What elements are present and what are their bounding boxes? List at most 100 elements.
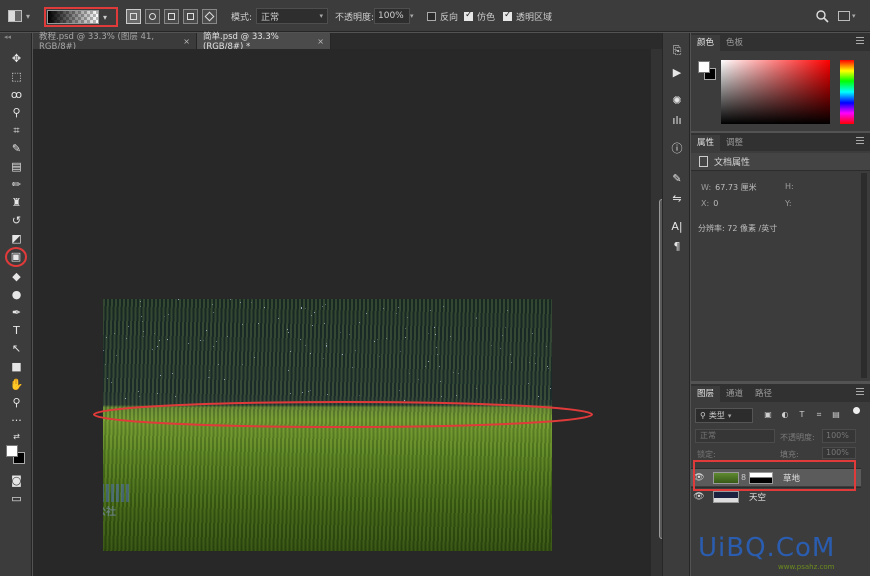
star: [217, 363, 219, 365]
star: [212, 304, 214, 306]
star: [507, 310, 509, 311]
reflected-gradient-button[interactable]: [183, 8, 198, 24]
canvas-area[interactable]: 素材公社: [33, 49, 651, 576]
crop-tool-icon[interactable]: ⌗: [8, 123, 25, 138]
marquee-tool-icon[interactable]: ⬚: [8, 69, 25, 84]
checkbox-box[interactable]: [503, 10, 512, 21]
checkbox-box[interactable]: [464, 10, 473, 21]
tool-preset-picker[interactable]: ▾: [8, 0, 42, 32]
brush-tool-icon[interactable]: ✏: [8, 177, 25, 192]
filter-adjustment-icon[interactable]: ◐: [780, 410, 790, 420]
gradient-preview-swatch[interactable]: [47, 10, 99, 24]
path-selection-tool-icon[interactable]: ↖: [8, 341, 25, 356]
layer-filter-select[interactable]: ⚲ 类型 ▾: [695, 408, 753, 423]
chevron-down-icon[interactable]: ▾: [410, 0, 414, 32]
close-icon[interactable]: ×: [183, 37, 190, 46]
tab-paths[interactable]: 路径: [749, 386, 778, 402]
color-swatches[interactable]: [5, 442, 27, 468]
star: [352, 367, 354, 369]
fg-bg-swatches[interactable]: [698, 61, 716, 81]
eraser-tool-icon[interactable]: ◩: [8, 231, 25, 246]
screen-mode-icon[interactable]: ▭: [8, 491, 25, 506]
blur-tool-icon[interactable]: ◆: [8, 269, 25, 284]
tab-adjustments[interactable]: 调整: [720, 135, 749, 151]
close-icon[interactable]: ×: [317, 37, 324, 46]
tab-layers[interactable]: 图层: [691, 386, 721, 402]
history-brush-tool-icon[interactable]: ↺: [8, 213, 25, 228]
paragraph-icon[interactable]: ¶: [668, 239, 686, 255]
layer-opacity-input[interactable]: 100%: [822, 429, 856, 443]
layer-blend-mode-select[interactable]: 正常: [695, 429, 775, 443]
gradient-tool-icon[interactable]: ▣: [5, 247, 27, 267]
star: [288, 331, 290, 333]
checkbox-box[interactable]: [427, 11, 436, 21]
tab-swatches[interactable]: 色板: [720, 35, 749, 51]
brush-presets-icon[interactable]: ılı: [668, 113, 686, 129]
tab-simple[interactable]: 简单.psd @ 33.3%(RGB/8#) * ×: [197, 32, 331, 52]
hand-tool-icon[interactable]: ✋: [8, 377, 25, 392]
info-icon[interactable]: ⓘ: [668, 141, 686, 157]
filter-smart-object-icon[interactable]: ▤: [831, 410, 841, 420]
workspace-icon[interactable]: ▾: [838, 0, 856, 32]
star: [442, 306, 444, 307]
dodge-tool-icon[interactable]: ●: [8, 287, 25, 302]
history-icon[interactable]: ⎘: [668, 43, 686, 59]
diamond-gradient-button[interactable]: [202, 8, 217, 24]
brush-settings-icon[interactable]: ✺: [668, 93, 686, 109]
more-tools-icon[interactable]: ···: [8, 413, 25, 428]
magic-wand-tool-icon[interactable]: ⚲: [8, 105, 25, 120]
actions-play-icon[interactable]: ▶: [668, 65, 686, 81]
angle-gradient-button[interactable]: [164, 8, 179, 24]
quick-mask-icon[interactable]: ◙: [8, 473, 25, 488]
fill-input[interactable]: 100%: [822, 447, 856, 459]
healing-brush-tool-icon[interactable]: ▤: [8, 159, 25, 174]
opacity-input[interactable]: 100%: [374, 8, 410, 24]
brush-icon[interactable]: ✎: [668, 171, 686, 187]
eye-icon[interactable]: 👁: [691, 492, 707, 502]
radial-gradient-button[interactable]: [145, 8, 160, 24]
gradient-picker[interactable]: ▾: [44, 7, 118, 27]
x-value[interactable]: 0: [713, 199, 718, 208]
foreground-color-swatch[interactable]: [6, 445, 18, 457]
panel-collapse-icon[interactable]: ◂◂: [0, 33, 31, 45]
character-icon[interactable]: A|: [668, 219, 686, 235]
star: [475, 387, 477, 389]
tab-color[interactable]: 颜色: [691, 35, 721, 51]
zoom-tool-icon[interactable]: ⚲: [8, 395, 25, 410]
type-tool-icon[interactable]: T: [8, 323, 25, 338]
chevron-down-icon[interactable]: ▾: [103, 13, 107, 22]
dither-checkbox[interactable]: 仿色: [464, 0, 495, 32]
filter-pixel-icon[interactable]: ▣: [763, 410, 773, 420]
properties-scrollbar[interactable]: [861, 173, 867, 378]
adjust-sliders-icon[interactable]: ⇋: [668, 191, 686, 207]
search-icon[interactable]: [816, 0, 829, 32]
clone-stamp-tool-icon[interactable]: ♜: [8, 195, 25, 210]
tab-channels[interactable]: 通道: [720, 386, 749, 402]
linear-gradient-button[interactable]: [126, 8, 141, 24]
blend-mode-select[interactable]: 正常 ▾: [256, 8, 328, 24]
lasso-tool-icon[interactable]: ꝏ: [8, 87, 25, 102]
width-value[interactable]: 67.73 厘米: [715, 183, 756, 192]
eyedropper-tool-icon[interactable]: ✎: [8, 141, 25, 156]
color-field[interactable]: [721, 60, 830, 124]
panel-menu-icon[interactable]: [856, 137, 864, 144]
dither-label: 仿色: [477, 12, 496, 23]
panel-menu-icon[interactable]: [856, 388, 864, 395]
star: [226, 336, 228, 338]
tab-properties[interactable]: 属性: [691, 135, 721, 151]
hue-slider[interactable]: [840, 60, 854, 124]
reverse-checkbox[interactable]: 反向: [427, 0, 458, 32]
panel-menu-icon[interactable]: [856, 37, 864, 44]
foreground-color-swatch[interactable]: [698, 61, 710, 73]
filter-toggle-icon[interactable]: [853, 407, 860, 414]
tab-tutorial[interactable]: 教程.psd @ 33.3% (图层 41, RGB/8#) ×: [33, 32, 197, 52]
move-tool-icon[interactable]: ✥: [8, 51, 25, 66]
star: [322, 305, 324, 307]
pen-tool-icon[interactable]: ✒: [8, 305, 25, 320]
rectangle-tool-icon[interactable]: ■: [8, 359, 25, 374]
filter-type-icon[interactable]: T: [797, 410, 807, 420]
canvas-watermark-text: 素材公社: [103, 507, 116, 518]
filter-shape-icon[interactable]: ⌗: [814, 410, 824, 420]
transparency-checkbox[interactable]: 透明区域: [503, 0, 552, 32]
vertical-scrollbar[interactable]: [651, 49, 666, 576]
